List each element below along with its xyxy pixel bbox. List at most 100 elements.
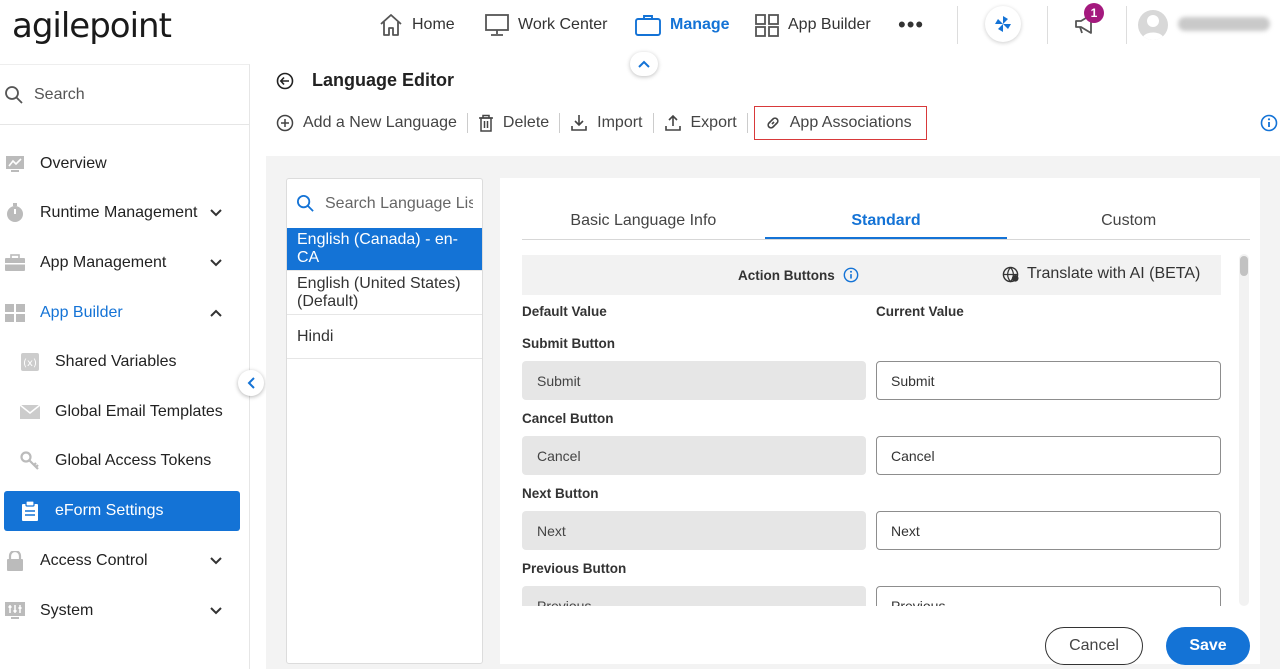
ai-assistant-button[interactable] bbox=[985, 6, 1021, 42]
current-value-input[interactable] bbox=[876, 361, 1221, 400]
language-item-label: English (Canada) - en-CA bbox=[297, 231, 458, 266]
cancel-button[interactable]: Cancel bbox=[1045, 627, 1143, 665]
import-button[interactable]: Import bbox=[560, 106, 652, 140]
sidebar-item-label: App Management bbox=[40, 254, 167, 271]
language-item-en-ca[interactable]: English (Canada) - en-CA bbox=[287, 228, 482, 271]
briefcase-icon bbox=[5, 254, 25, 272]
grid-icon bbox=[5, 304, 25, 322]
clipboard-icon bbox=[20, 501, 40, 521]
toolbar: Add a New Language Delete Import Export … bbox=[266, 104, 927, 142]
sidebar-item-label: Global Access Tokens bbox=[55, 452, 212, 469]
top-header: agilepoint Home Work Center Manage App B… bbox=[0, 0, 1280, 50]
sidebar-item-app-management[interactable]: App Management bbox=[0, 243, 250, 283]
language-item-label: Hindi bbox=[297, 327, 334, 345]
agilepoint-logo[interactable]: agilepoint bbox=[12, 6, 172, 46]
tab-standard[interactable]: Standard bbox=[764, 206, 1008, 239]
default-value: Previous bbox=[522, 586, 866, 606]
import-label: Import bbox=[597, 114, 643, 131]
default-value: Next bbox=[522, 511, 866, 550]
plus-circle-icon bbox=[276, 114, 294, 132]
chevron-up-icon bbox=[210, 309, 222, 317]
field-label: Submit Button bbox=[522, 336, 615, 351]
add-language-label: Add a New Language bbox=[303, 114, 457, 131]
nav-manage-label: Manage bbox=[670, 16, 730, 33]
upload-icon bbox=[664, 114, 681, 131]
header-divider bbox=[957, 6, 958, 44]
sidebar: Overview Runtime Management App Manageme… bbox=[0, 64, 250, 669]
sidebar-item-label: eForm Settings bbox=[55, 502, 164, 519]
sidebar-item-app-builder[interactable]: App Builder bbox=[0, 293, 250, 333]
section-title: Action Buttons bbox=[738, 267, 859, 283]
export-label: Export bbox=[690, 114, 737, 131]
delete-label: Delete bbox=[502, 114, 550, 131]
field-label: Next Button bbox=[522, 486, 599, 501]
sidebar-item-global-access-tokens[interactable]: Global Access Tokens bbox=[0, 441, 250, 481]
save-button[interactable]: Save bbox=[1166, 627, 1250, 665]
timer-icon bbox=[5, 203, 25, 222]
current-value-input[interactable] bbox=[876, 436, 1221, 475]
current-value-input[interactable] bbox=[876, 586, 1221, 606]
nav-home[interactable]: Home bbox=[378, 0, 455, 50]
globe-icon bbox=[1002, 266, 1019, 283]
chart-icon bbox=[5, 155, 25, 173]
language-item-en-us[interactable]: English (United States) (Default) bbox=[287, 271, 482, 315]
sidebar-item-label: Access Control bbox=[40, 552, 148, 569]
sidebar-item-runtime-management[interactable]: Runtime Management bbox=[0, 193, 250, 233]
monitor-icon bbox=[485, 14, 509, 36]
sidebar-search-input[interactable] bbox=[34, 85, 224, 104]
editor-tabs: Basic Language Info Standard Custom bbox=[522, 206, 1250, 240]
chevron-up-icon bbox=[638, 60, 650, 68]
search-icon bbox=[296, 194, 314, 212]
more-menu-button[interactable]: ••• bbox=[898, 0, 924, 50]
page-title: Language Editor bbox=[312, 70, 455, 90]
nav-work-center-label: Work Center bbox=[518, 16, 608, 33]
default-value: Cancel bbox=[522, 436, 866, 475]
sidebar-item-eform-settings[interactable]: eForm Settings bbox=[4, 491, 240, 531]
tab-basic-language-info[interactable]: Basic Language Info bbox=[522, 206, 765, 239]
language-search bbox=[287, 179, 482, 229]
username-label[interactable]: username bbox=[1178, 17, 1270, 31]
add-language-button[interactable]: Add a New Language bbox=[266, 106, 467, 140]
app-associations-button[interactable]: App Associations bbox=[753, 106, 927, 140]
nav-manage[interactable]: Manage bbox=[634, 0, 730, 50]
info-icon[interactable] bbox=[843, 267, 859, 283]
collapse-header-button[interactable] bbox=[630, 52, 658, 76]
sidebar-item-label: System bbox=[40, 602, 94, 619]
export-button[interactable]: Export bbox=[654, 106, 747, 140]
back-arrow-icon[interactable] bbox=[276, 72, 294, 90]
tab-custom[interactable]: Custom bbox=[1007, 206, 1250, 239]
chevron-down-icon bbox=[210, 259, 222, 267]
language-list-panel: English (Canada) - en-CA English (United… bbox=[286, 178, 483, 664]
sidebar-item-overview[interactable]: Overview bbox=[0, 144, 250, 184]
language-editor-panel: Basic Language Info Standard Custom Acti… bbox=[500, 178, 1260, 665]
sidebar-item-system[interactable]: System bbox=[0, 591, 250, 631]
avatar[interactable] bbox=[1138, 10, 1168, 40]
delete-button[interactable]: Delete bbox=[468, 106, 559, 140]
language-item-hindi[interactable]: Hindi bbox=[287, 315, 482, 359]
info-icon[interactable] bbox=[1260, 114, 1278, 132]
more-dots-icon: ••• bbox=[898, 12, 925, 37]
trash-icon bbox=[478, 114, 493, 132]
default-value-header: Default Value bbox=[522, 304, 607, 319]
sidebar-item-label: Runtime Management bbox=[40, 204, 198, 221]
nav-work-center[interactable]: Work Center bbox=[484, 0, 608, 50]
sidebar-item-access-control[interactable]: Access Control bbox=[0, 541, 250, 581]
sidebar-item-global-email-templates[interactable]: Global Email Templates bbox=[0, 392, 250, 432]
collapse-sidebar-button[interactable] bbox=[238, 370, 264, 396]
notification-badge: 1 bbox=[1084, 3, 1104, 23]
language-search-input[interactable] bbox=[325, 194, 473, 213]
scrollbar[interactable] bbox=[1239, 254, 1249, 606]
translate-ai-button[interactable]: Translate with AI (BETA) bbox=[1002, 265, 1200, 283]
scrollbar-thumb[interactable] bbox=[1240, 256, 1248, 276]
page-header: Language Editor bbox=[276, 70, 454, 91]
sidebar-item-shared-variables[interactable]: (x) Shared Variables bbox=[0, 342, 250, 382]
current-value-input[interactable] bbox=[876, 511, 1221, 550]
svg-text:(x): (x) bbox=[23, 358, 37, 369]
translate-ai-label: Translate with AI (BETA) bbox=[1027, 265, 1201, 282]
language-item-label: English (United States) (Default) bbox=[297, 274, 461, 310]
fields-scroll-area[interactable]: Default Value Current Value Submit Butto… bbox=[522, 300, 1222, 606]
chevron-down-icon bbox=[210, 209, 222, 217]
header-divider bbox=[1047, 6, 1048, 44]
variable-icon: (x) bbox=[20, 353, 40, 371]
nav-app-builder[interactable]: App Builder bbox=[754, 0, 871, 50]
